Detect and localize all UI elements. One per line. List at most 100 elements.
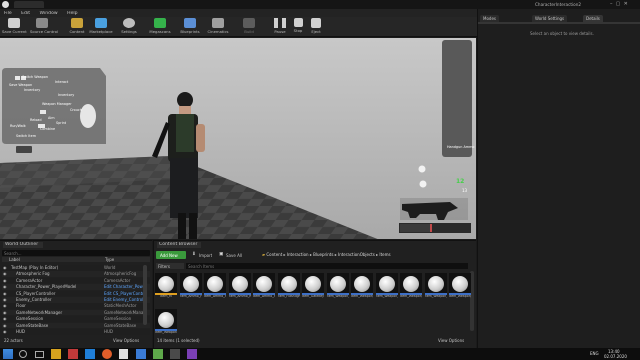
asset-tile[interactable]: Item_M [155,273,177,305]
megascans-icon [154,18,166,28]
visibility-eye-icon[interactable]: ◉ [3,303,7,308]
content-search-input[interactable]: Search Items [186,263,468,269]
outliner-row-type: AtmosphericFog [104,271,137,277]
breadcrumb-content[interactable]: Content [266,252,282,257]
window-controls[interactable]: – ▢ ✕ [610,1,628,7]
asset-tile[interactable]: Item_Ammo_Shotgun [204,273,226,305]
language-indicator[interactable]: ENG [590,351,599,356]
asset-tile[interactable]: Item_Weapon_Knife [326,273,349,305]
asset-thumbnail [204,273,226,295]
ammo-count: 12 [456,178,465,185]
app-icon-purple[interactable] [187,349,197,359]
asset-tile[interactable]: Item_Ammo_Shotgun [253,273,275,305]
asset-tile[interactable]: Item_Ammo_Rifle [228,273,251,305]
outliner-row[interactable]: ◉ Enemy_Controller Edit Enemy_Control [2,297,150,303]
outliner-row[interactable]: ◉ GameSession GameSession [2,316,150,322]
outliner-row[interactable]: ◉ CS_PlayerController Edit CS_PlayerContr [2,290,150,297]
save-all-button[interactable]: ▣ Save All [219,251,249,259]
build-button[interactable]: Build [237,18,261,34]
outliner-row[interactable]: ◉ Floor StaticMeshActor [2,303,150,310]
outliner-row[interactable]: ◉ TestMap (Play In Editor) World [2,265,150,271]
game-viewport[interactable]: Switch Weapon Interact Save Weapon Inven… [0,38,476,239]
asset-tile[interactable]: Item_Weapon_Rifle [351,273,373,305]
content-browser-tab[interactable]: Content Browser [157,242,201,248]
outliner-search-input[interactable]: Search... [2,250,150,256]
app-icon-gray[interactable] [170,349,180,359]
outliner-row[interactable]: ◉ GameStateBase GameStateBase [2,322,150,329]
clock-date[interactable]: 02.07.2020 [604,354,627,359]
import-button[interactable]: ⬇ Import [192,251,218,259]
breadcrumb-items[interactable]: Items [379,252,390,257]
asset-tile[interactable]: Item_Ammo_Handgun [179,273,202,305]
outliner-row[interactable]: ◉ CameraActor CameraActor [2,277,150,284]
megascans-button[interactable]: Megascans [148,18,172,34]
settings-button[interactable]: Settings [117,18,141,34]
outliner-row-label: Floor [16,303,26,309]
marketplace-button[interactable]: Marketplace [89,18,113,34]
visibility-eye-icon[interactable]: ◉ [3,323,7,328]
asset-tile[interactable]: Item_Weapon_Shotgun [449,273,471,305]
breadcrumb-interaction-objects[interactable]: InteractionObjects [338,252,375,257]
outliner-row[interactable]: ◉ Character_Power_PlayerModel Edit Charact… [2,284,150,290]
file-explorer-icon[interactable] [51,349,61,359]
menu-file[interactable]: File [4,11,12,16]
save-current-button[interactable]: Save Current [2,18,27,34]
asset-tile[interactable]: Item_Weapon_Shotgun [400,273,422,305]
visibility-eye-icon[interactable]: ◉ [3,316,7,321]
outliner-row-label: GameStateBase [16,322,49,328]
tab-modes[interactable]: Modes [480,15,499,22]
menu-help[interactable]: Help [67,11,77,16]
app-icon-green[interactable] [153,349,163,359]
content-button[interactable]: Content [65,18,89,34]
start-icon[interactable] [3,349,13,359]
visibility-eye-icon[interactable]: ◉ [3,265,7,270]
visibility-eye-icon[interactable]: ◉ [3,297,7,302]
outliner-row[interactable]: ◉ GameNetworkManager GameNetworkMana [2,309,150,316]
visibility-eye-icon[interactable]: ◉ [3,329,7,334]
visibility-eye-icon[interactable]: ◉ [3,271,7,276]
task-view-icon[interactable] [35,350,44,358]
outliner-row-type: Edit Character_Pow [104,284,143,290]
asset-tile[interactable]: Item_Weapon_Handgun [375,273,398,305]
visibility-eye-icon[interactable]: ◉ [3,278,7,283]
outliner-row[interactable]: ◉ Atmospheric Fog AtmosphericFog [2,271,150,278]
source-control-button[interactable]: Source Control [30,18,58,34]
visibility-eye-icon[interactable]: ◉ [3,284,7,289]
outliner-view-options[interactable]: View Options [113,338,139,343]
outliner-scrollbar[interactable] [143,265,147,325]
cinematics-icon [212,18,224,28]
hud-label-aim: Aim [48,116,55,120]
outliner-tab[interactable]: World Outliner [3,242,43,248]
outliner-row-type: GameSession [104,316,132,322]
tab-world-settings[interactable]: World Settings [532,15,568,22]
viewport-scene [0,38,476,239]
eject-button[interactable]: Eject [304,18,328,34]
asset-tile[interactable]: Item_Weapon_Sniper [424,273,447,305]
unreal-taskbar-icon[interactable] [119,349,128,359]
filters-button[interactable]: Filters [156,263,184,269]
cinematics-button[interactable]: Cinematics [206,18,230,34]
add-new-button[interactable]: Add New [156,251,186,259]
breadcrumb-interaction[interactable]: Interaction [287,252,309,257]
outliner-row[interactable]: ◉ HUD HUD [2,329,150,335]
app-icon-blue[interactable] [85,349,95,359]
app-icon-red[interactable] [68,349,78,359]
visibility-eye-icon[interactable]: ◉ [3,291,7,296]
asset-label: Item_Gatekey [302,295,324,298]
details-panel: Modes World Settings Details Select an o… [477,9,640,348]
asset-tile[interactable]: Item_Weapon [155,309,177,341]
menu-window[interactable]: Window [40,11,58,16]
visibility-eye-icon[interactable]: ◉ [3,310,7,315]
app-icon-orange[interactable] [102,349,112,359]
tab-details[interactable]: Details [583,15,603,22]
asset-tile[interactable]: Item_Gatekey [302,273,324,305]
app-icon-docs[interactable] [136,349,146,359]
breadcrumb-blueprints[interactable]: Blueprints [313,252,333,257]
asset-tile[interactable]: Item_Flashlight [277,273,300,305]
blueprints-button[interactable]: Blueprints [178,18,202,34]
sphere-thumbnail-icon [182,276,199,292]
content-view-options[interactable]: View Options [438,338,464,343]
level-tab[interactable] [14,1,44,8]
menu-edit[interactable]: Edit [21,11,30,16]
search-icon[interactable] [19,350,27,358]
